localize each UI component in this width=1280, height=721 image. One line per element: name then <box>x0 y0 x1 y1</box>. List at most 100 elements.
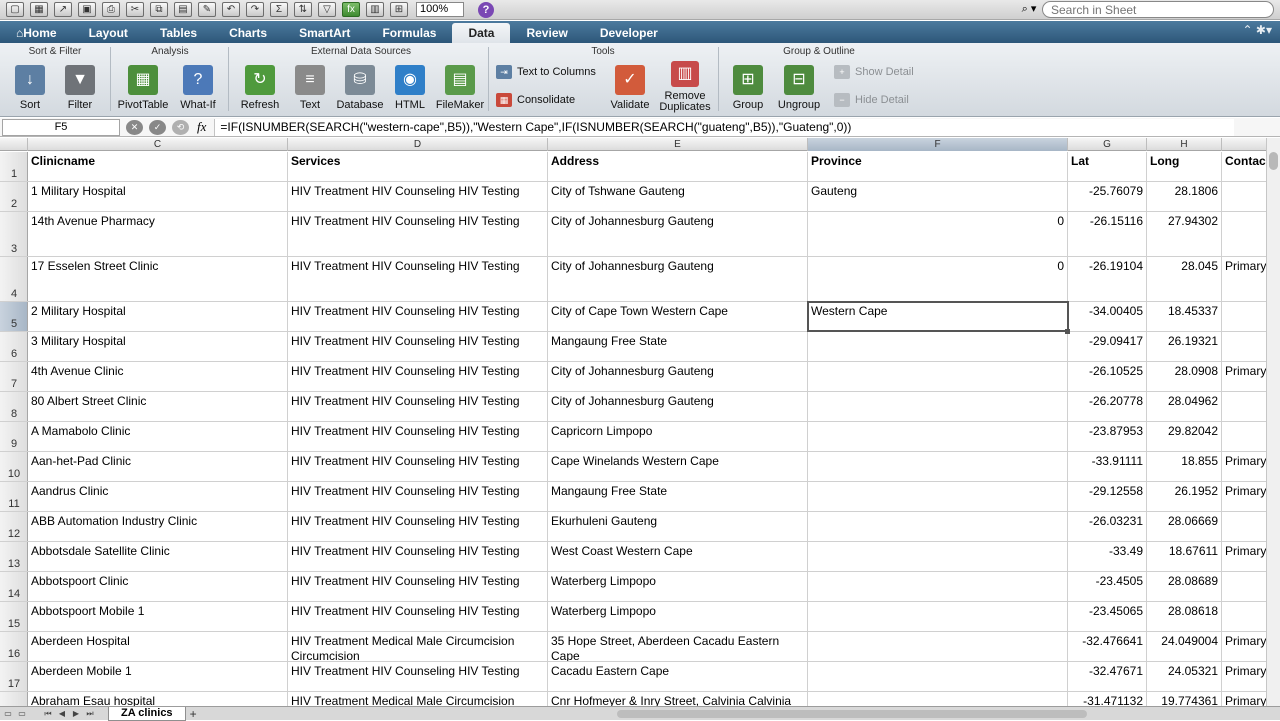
confirm-entry-icon[interactable]: ✓ <box>149 119 166 135</box>
vertical-scroll-thumb[interactable] <box>1269 152 1278 170</box>
first-sheet-icon[interactable]: ⏮ <box>42 708 54 720</box>
row-header[interactable]: 13 <box>0 542 28 571</box>
table-cell[interactable]: 18.67611 <box>1147 542 1222 571</box>
show-detail-button[interactable]: + Show Detail <box>834 65 914 79</box>
table-cell[interactable]: Primary <box>1222 257 1266 301</box>
table-cell[interactable]: City of Johannesburg Gauteng <box>548 362 808 391</box>
table-cell[interactable]: Contac <box>1222 152 1266 181</box>
table-cell[interactable] <box>808 662 1068 691</box>
table-cell[interactable]: City of Cape Town Western Cape <box>548 302 808 331</box>
table-cell[interactable]: HIV Treatment HIV Counseling HIV Testing <box>288 602 548 631</box>
column-header[interactable]: C <box>28 138 288 151</box>
formula-builder-icon[interactable]: fx <box>342 2 360 17</box>
table-cell[interactable] <box>1222 512 1266 541</box>
horizontal-scroll-thumb[interactable] <box>616 709 1087 718</box>
name-box[interactable]: F5 <box>2 118 120 136</box>
table-cell[interactable]: City of Johannesburg Gauteng <box>548 212 808 256</box>
table-cell[interactable]: -33.49 <box>1068 542 1147 571</box>
table-cell[interactable]: Lat <box>1068 152 1147 181</box>
table-cell[interactable]: 24.05321 <box>1147 662 1222 691</box>
table-cell[interactable] <box>808 632 1068 661</box>
text-to-columns-button[interactable]: ⇥ Text to Columns <box>496 65 596 79</box>
copy-icon[interactable]: ⧉ <box>150 2 168 17</box>
hide-detail-button[interactable]: − Hide Detail <box>834 93 909 107</box>
table-cell[interactable]: -26.10525 <box>1068 362 1147 391</box>
table-cell[interactable]: A Mamabolo Clinic <box>28 422 288 451</box>
table-cell[interactable]: Cacadu Eastern Cape <box>548 662 808 691</box>
table-cell[interactable] <box>808 362 1068 391</box>
table-cell[interactable] <box>808 422 1068 451</box>
page-layout-view-icon[interactable]: ▭ <box>16 708 28 720</box>
table-cell[interactable]: Primary <box>1222 482 1266 511</box>
undo-icon[interactable]: ↶ <box>222 2 240 17</box>
table-cell[interactable]: -23.87953 <box>1068 422 1147 451</box>
row-header[interactable]: 8 <box>0 392 28 421</box>
consolidate-button[interactable]: ▦ Consolidate <box>496 93 575 107</box>
table-cell[interactable]: 24.049004 <box>1147 632 1222 661</box>
help-icon[interactable]: ? <box>478 1 494 18</box>
table-cell[interactable] <box>1222 602 1266 631</box>
tab-developer[interactable]: Developer <box>584 23 674 43</box>
tab-smartart[interactable]: SmartArt <box>283 23 366 43</box>
table-cell[interactable]: 26.19321 <box>1147 332 1222 361</box>
table-cell[interactable]: HIV Treatment HIV Counseling HIV Testing <box>288 182 548 211</box>
formula-dropdown-icon[interactable]: ⟲ <box>172 119 189 135</box>
table-cell[interactable]: ABB Automation Industry Clinic <box>28 512 288 541</box>
table-cell[interactable]: 27.94302 <box>1147 212 1222 256</box>
table-cell[interactable]: -26.20778 <box>1068 392 1147 421</box>
table-cell[interactable]: HIV Treatment HIV Counseling HIV Testing <box>288 362 548 391</box>
table-cell[interactable]: -26.19104 <box>1068 257 1147 301</box>
table-cell[interactable]: Clinicname <box>28 152 288 181</box>
row-header[interactable]: 9 <box>0 422 28 451</box>
table-cell[interactable]: City of Tshwane Gauteng <box>548 182 808 211</box>
tab-charts[interactable]: Charts <box>213 23 283 43</box>
column-header[interactable]: F <box>808 138 1068 151</box>
row-header[interactable]: 3 <box>0 212 28 256</box>
gallery-icon[interactable]: ▦ <box>30 2 48 17</box>
table-cell[interactable]: HIV Treatment HIV Counseling HIV Testing <box>288 452 548 481</box>
table-cell[interactable] <box>1222 392 1266 421</box>
table-cell[interactable]: 18.45337 <box>1147 302 1222 331</box>
table-cell[interactable]: HIV Treatment HIV Counseling HIV Testing <box>288 662 548 691</box>
cut-icon[interactable]: ✂ <box>126 2 144 17</box>
zoom-field[interactable]: 100% <box>416 2 464 17</box>
table-cell[interactable]: HIV Treatment Medical Male Circumcision … <box>288 632 548 661</box>
table-cell[interactable]: HIV Treatment HIV Counseling HIV Testing <box>288 332 548 361</box>
table-cell[interactable]: HIV Treatment HIV Counseling HIV Testing <box>288 542 548 571</box>
ungroup-button[interactable]: ⊟ Ungroup <box>774 65 824 111</box>
table-cell[interactable] <box>808 332 1068 361</box>
table-cell[interactable] <box>808 482 1068 511</box>
text-import-button[interactable]: ≡ Text <box>290 65 330 111</box>
table-cell[interactable]: Services <box>288 152 548 181</box>
toolbox-icon[interactable]: ⊞ <box>390 2 408 17</box>
table-cell[interactable]: HIV Treatment HIV Counseling HIV Testing <box>288 212 548 256</box>
refresh-button[interactable]: ↻ Refresh <box>236 65 284 111</box>
paste-icon[interactable]: ▤ <box>174 2 192 17</box>
table-cell[interactable]: 28.08618 <box>1147 602 1222 631</box>
row-header[interactable]: 6 <box>0 332 28 361</box>
table-cell[interactable]: Abbotspoort Mobile 1 <box>28 602 288 631</box>
row-header[interactable]: 15 <box>0 602 28 631</box>
table-cell[interactable] <box>1222 332 1266 361</box>
table-cell[interactable]: -26.15116 <box>1068 212 1147 256</box>
row-header[interactable]: 7 <box>0 362 28 391</box>
table-cell[interactable] <box>808 452 1068 481</box>
table-cell[interactable]: 80 Albert Street Clinic <box>28 392 288 421</box>
table-cell[interactable] <box>808 602 1068 631</box>
cancel-entry-icon[interactable]: ✕ <box>126 119 143 135</box>
table-cell[interactable]: City of Johannesburg Gauteng <box>548 257 808 301</box>
table-cell[interactable] <box>808 392 1068 421</box>
table-cell[interactable]: 28.08689 <box>1147 572 1222 601</box>
table-cell[interactable]: Abbotspoort Clinic <box>28 572 288 601</box>
table-cell[interactable]: 4th Avenue Clinic <box>28 362 288 391</box>
table-cell[interactable]: HIV Treatment HIV Counseling HIV Testing <box>288 572 548 601</box>
table-cell[interactable]: 28.045 <box>1147 257 1222 301</box>
table-cell[interactable] <box>1222 212 1266 256</box>
table-cell[interactable] <box>1222 182 1266 211</box>
table-cell[interactable]: Capricorn Limpopo <box>548 422 808 451</box>
redo-icon[interactable]: ↷ <box>246 2 264 17</box>
tab-data[interactable]: Data <box>452 23 511 43</box>
table-cell[interactable]: HIV Treatment HIV Counseling HIV Testing <box>288 422 548 451</box>
table-cell[interactable]: HIV Treatment HIV Counseling HIV Testing <box>288 482 548 511</box>
whatif-button[interactable]: ? What-If <box>174 65 222 111</box>
